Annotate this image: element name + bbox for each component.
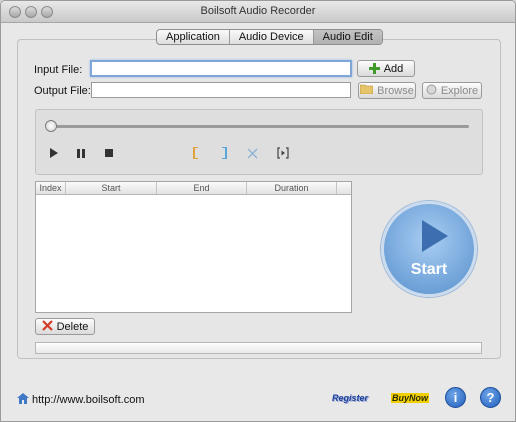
mark-end-icon[interactable] [217,146,231,160]
player-panel [35,109,483,175]
add-button[interactable]: Add [357,60,415,77]
seek-slider-handle[interactable] [45,120,57,132]
plus-icon [368,63,380,74]
play-icon[interactable] [46,146,60,160]
home-icon [17,393,29,407]
mark-start-icon[interactable] [189,146,203,160]
website-url[interactable]: http://www.boilsoft.com [32,394,145,406]
app-window: Boilsoft Audio Recorder Application Audi… [0,0,516,422]
buy-now-link[interactable]: BuyNow [391,393,429,403]
column-header-end[interactable]: End [157,182,247,194]
input-file-field[interactable] [90,60,352,77]
seek-track[interactable] [50,125,469,128]
segment-table[interactable]: Index Start End Duration [35,181,352,313]
play-selection-icon[interactable] [276,146,290,160]
folder-icon [359,84,374,97]
delete-x-icon [41,319,53,334]
output-file-field[interactable] [91,82,351,98]
register-link[interactable]: Register [332,393,368,403]
info-icon[interactable]: i [445,387,466,408]
output-file-label: Output File: [34,85,91,97]
website-link[interactable]: http://www.boilsoft.com [17,393,145,407]
delete-button[interactable]: Delete [35,318,95,335]
cut-icon[interactable] [245,146,259,160]
explore-button[interactable]: Explore [422,82,482,99]
play-triangle-icon [422,220,448,252]
delete-button-label: Delete [56,320,89,333]
column-header-spacer [337,182,351,194]
start-button[interactable]: Start [381,201,477,297]
tab-audio-device[interactable]: Audio Device [230,30,314,44]
pause-icon[interactable] [74,146,88,160]
column-header-start[interactable]: Start [66,182,157,194]
column-header-duration[interactable]: Duration [247,182,337,194]
table-header: Index Start End Duration [36,182,351,195]
column-header-index[interactable]: Index [36,182,66,194]
tab-bar: Application Audio Device Audio Edit [156,29,383,45]
explore-icon [426,84,437,98]
title-bar: Boilsoft Audio Recorder [1,1,515,23]
start-button-label: Start [410,261,448,278]
progress-bar [35,342,482,354]
add-button-label: Add [383,62,404,75]
explore-button-label: Explore [440,84,479,97]
help-icon[interactable]: ? [480,387,501,408]
tab-application[interactable]: Application [157,30,230,44]
window-title: Boilsoft Audio Recorder [200,5,316,17]
input-file-label: Input File: [34,64,83,76]
browse-button[interactable]: Browse [358,82,416,99]
browse-button-label: Browse [377,84,414,97]
tab-audio-edit[interactable]: Audio Edit [313,30,382,44]
stop-icon[interactable] [102,146,116,160]
